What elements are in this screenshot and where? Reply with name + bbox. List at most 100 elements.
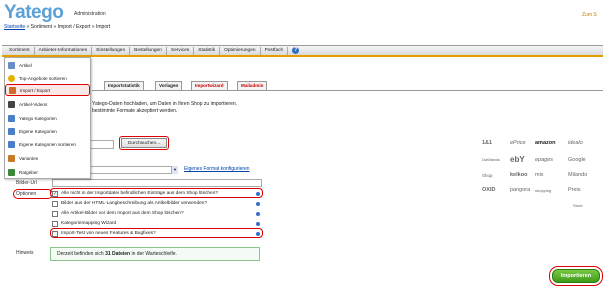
- video-icon: [8, 100, 15, 108]
- info-icon[interactable]: [256, 222, 260, 226]
- hint-text-end: in der Warteschleife.: [130, 251, 177, 257]
- category-icon: [8, 114, 15, 122]
- option-category-wizard[interactable]: Kategoriemapping Wizard: [52, 219, 116, 228]
- dropdown-item-top-angebote[interactable]: Top-Angebote sortieren: [5, 72, 90, 84]
- menu-item-postfach[interactable]: Postfach: [261, 46, 289, 55]
- intro-line-2: bestimmte Formate akzeptiert werden.: [92, 108, 178, 114]
- brand-logo: 1&1: [482, 140, 493, 146]
- tab-importstatistik[interactable]: Importstatistik: [104, 81, 144, 90]
- brand-logo: ebY: [510, 155, 525, 164]
- brand-logo: idealo: [568, 140, 583, 146]
- brand-logo: ePrice: [510, 140, 526, 146]
- hint-text: Derzeit befinden sich: [57, 251, 106, 257]
- tab-mailadmin[interactable]: Mailadmin: [237, 81, 268, 90]
- dropdown-item-label: Import / Export: [20, 87, 51, 93]
- dropdown-item-import-export[interactable]: Import / Export: [5, 84, 90, 96]
- dropdown-item-eigene-kategorien[interactable]: Eigene Kategorien: [5, 125, 90, 137]
- dropdown-item-label: Top-Angebote sortieren: [19, 75, 67, 81]
- info-icon[interactable]: [256, 192, 260, 196]
- brand-logo: Shop: [482, 173, 493, 178]
- option-delete-images[interactable]: Alle Artikel-Bilder vor dem Import aus d…: [52, 209, 184, 218]
- option-label: Alle nicht in der Importdatei befindlich…: [61, 191, 219, 196]
- dropdown-item-label: Yatego Kategorien: [19, 115, 57, 121]
- menu-item-sortiment[interactable]: Sortiment: [5, 46, 35, 55]
- article-icon: [8, 61, 15, 69]
- brand-logo: shopping: [535, 188, 552, 193]
- info-icon[interactable]: [256, 232, 260, 236]
- checkbox[interactable]: [52, 210, 58, 217]
- breadcrumb-path: » Sortiment » Import / Export » Import: [25, 24, 111, 30]
- dropdown-item-label: Ratgeber: [19, 169, 38, 175]
- checkbox[interactable]: [52, 230, 58, 237]
- tab-importwizard[interactable]: Importwizard: [191, 81, 228, 90]
- dropdown-item-videos[interactable]: Artikel-Videos: [5, 98, 90, 110]
- menu-item-anbieter[interactable]: Anbieter-Informationen: [35, 46, 93, 55]
- image-url-label: Bilder-Url: [16, 180, 37, 186]
- dropdown-item-label: Artikel: [19, 62, 32, 68]
- brand-logo: Google: [568, 157, 586, 163]
- hint-box: Derzeit befinden sich 31 Dateien in der …: [50, 247, 260, 261]
- checkbox-checked[interactable]: ✓: [52, 190, 58, 197]
- dropdown-item-artikel[interactable]: Artikel: [5, 59, 90, 71]
- tab-vorlagen[interactable]: Vorlagen: [155, 81, 183, 90]
- info-icon[interactable]: [256, 202, 260, 206]
- menu-item-optimierungen[interactable]: Optimierungen: [220, 46, 261, 55]
- dropdown-item-label: Eigene Kategorien: [19, 128, 57, 134]
- main-menu: Sortiment Anbieter-Informationen Einstel…: [2, 45, 603, 57]
- brand-logo: amazon: [535, 140, 556, 146]
- info-icon[interactable]: [256, 212, 260, 216]
- dropdown-item-kategorien-sortieren[interactable]: Eigene Kategorien sortieren: [5, 138, 90, 150]
- star-icon: [8, 74, 15, 82]
- menu-item-einstellungen[interactable]: Einstellungen: [92, 46, 131, 55]
- menu-item-bestellungen[interactable]: Bestellungen: [130, 46, 167, 55]
- dropdown-item-label: Varianten: [19, 155, 39, 161]
- intro-text: Yatego-Daten hochladen, um Daten in Ihre…: [92, 101, 237, 115]
- option-label: Alle Artikel-Bilder vor dem Import aus d…: [61, 211, 184, 216]
- logo-subtitle: Administration: [74, 11, 106, 17]
- hint-count: 31 Dateien: [105, 251, 131, 257]
- option-delete-missing[interactable]: ✓ Alle nicht in der Importdatei befindli…: [52, 189, 218, 198]
- breadcrumb-home-link[interactable]: Startseite: [4, 24, 25, 30]
- option-label: Bilder aus der HTML-Langbeschreibung als…: [61, 201, 208, 206]
- option-html-images[interactable]: Bilder aus der HTML-Langbeschreibung als…: [52, 199, 207, 208]
- configure-format-link[interactable]: Eigenes Format konfigurieren: [184, 166, 250, 172]
- brand-logo: kelkoo: [510, 172, 528, 178]
- intro-line-1: Yatego-Daten hochladen, um Daten in Ihre…: [92, 101, 237, 107]
- brand-logo: mix: [535, 172, 544, 178]
- brand-logo: Store: [573, 203, 583, 208]
- breadcrumb: Startseite » Sortiment » Import / Export…: [4, 24, 110, 30]
- import-export-icon: [9, 86, 16, 94]
- brand-logo: Milando: [568, 172, 588, 178]
- import-button[interactable]: Importieren: [552, 269, 600, 283]
- image-url-input[interactable]: [52, 179, 262, 187]
- dropdown-item-label: Artikel-Videos: [19, 101, 48, 107]
- checkbox[interactable]: [52, 220, 58, 227]
- checkbox[interactable]: [52, 200, 58, 207]
- own-category-icon: [8, 127, 15, 135]
- option-label: Import-Test von neues Features & Bugfixe…: [61, 231, 156, 236]
- yatego-logo[interactable]: Yatego: [4, 2, 64, 24]
- tab-divider: [92, 90, 603, 91]
- hint-label: Hinweis: [16, 250, 34, 256]
- brand-logo: OXID: [482, 187, 496, 193]
- brand-logo: epages: [535, 157, 554, 163]
- brand-logo: DaWanda: [482, 157, 500, 162]
- sort-icon: [8, 140, 15, 148]
- shop-link[interactable]: Zum S: [582, 12, 597, 18]
- brand-logo: Preis: [568, 187, 581, 193]
- menu-item-statistik[interactable]: Statistik: [194, 46, 221, 55]
- dropdown-item-yatego-kategorien[interactable]: Yatego Kategorien: [5, 112, 90, 124]
- dropdown-item-ratgeber[interactable]: Ratgeber: [5, 166, 90, 178]
- dropdown-item-varianten[interactable]: Varianten: [5, 152, 90, 164]
- variants-icon: [8, 154, 15, 162]
- chevron-down-icon[interactable]: ▼: [171, 166, 178, 174]
- dropdown-item-label: Eigene Kategorien sortieren: [19, 141, 76, 147]
- help-icon[interactable]: ?: [292, 47, 300, 54]
- browse-button-highlight: Durchsuchen...: [119, 136, 169, 150]
- option-import-test[interactable]: Import-Test von neues Features & Bugfixe…: [52, 229, 156, 238]
- browse-button[interactable]: Durchsuchen...: [121, 138, 167, 148]
- menu-item-services[interactable]: Services: [167, 46, 195, 55]
- guide-icon: [8, 168, 15, 176]
- options-label: Optionen: [16, 191, 37, 197]
- option-label: Kategoriemapping Wizard: [61, 221, 117, 226]
